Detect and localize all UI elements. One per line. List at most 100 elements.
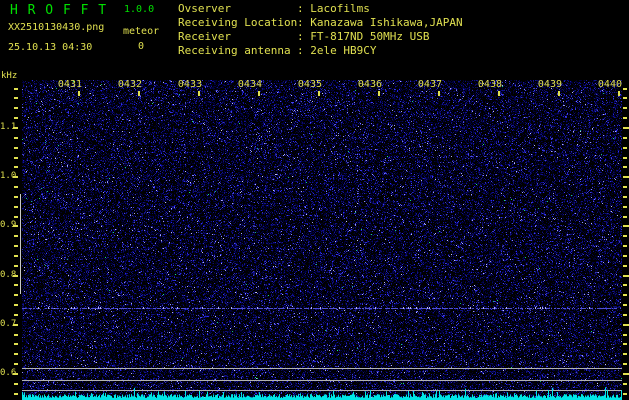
y-tick-label: 1.0 <box>0 171 16 181</box>
app-version: 1.0.0 <box>124 4 154 15</box>
info-label: Receiving antenna <box>178 44 297 58</box>
y-tick <box>14 284 18 286</box>
info-value: 2ele HB9CY <box>310 44 376 57</box>
x-tick-label: 0436 <box>352 79 382 90</box>
y-tick <box>623 235 627 237</box>
y-tick <box>14 304 18 306</box>
y-tick <box>623 324 629 326</box>
y-tick <box>14 216 18 218</box>
x-tick-label: 0434 <box>232 79 262 90</box>
info-row: Receiving Location: Kanazawa Ishikawa,JA… <box>178 16 463 30</box>
y-tick <box>623 393 627 395</box>
y-tick <box>14 206 18 208</box>
x-tick-label: 0440 <box>592 79 622 90</box>
y-tick <box>623 206 627 208</box>
y-tick <box>14 255 18 257</box>
y-tick <box>623 176 629 178</box>
y-tick <box>14 334 18 336</box>
info-label: Receiver <box>178 30 297 44</box>
y-tick <box>14 353 18 355</box>
info-value: Kanazawa Ishikawa,JAPAN <box>310 16 462 29</box>
x-tick <box>438 91 440 96</box>
y-tick <box>623 304 627 306</box>
info-separator: : <box>297 44 310 57</box>
y-tick <box>14 314 18 316</box>
x-tick <box>498 91 500 96</box>
x-tick-label: 0432 <box>112 79 142 90</box>
count-band-marker <box>20 194 21 294</box>
y-tick <box>14 245 18 247</box>
y-tick <box>14 235 18 237</box>
station-info: Ovserver: LacofilmsReceiving Location: K… <box>178 2 463 58</box>
y-tick-label: 0.8 <box>0 270 16 280</box>
y-tick <box>623 127 629 129</box>
info-value: FT-817ND 50MHz USB <box>310 30 429 43</box>
y-tick <box>623 166 627 168</box>
x-tick-label: 0438 <box>472 79 502 90</box>
y-tick <box>623 363 627 365</box>
y-tick-label: 0.9 <box>0 220 16 230</box>
y-tick <box>623 147 627 149</box>
y-tick <box>623 265 627 267</box>
x-tick-label: 0437 <box>412 79 442 90</box>
x-tick-label: 0439 <box>532 79 562 90</box>
info-value: Lacofilms <box>310 2 370 15</box>
y-tick <box>14 343 18 345</box>
y-tick <box>14 196 18 198</box>
y-tick <box>14 383 18 385</box>
info-row: Receiving antenna: 2ele HB9CY <box>178 44 463 58</box>
y-tick <box>623 373 629 375</box>
y-tick <box>14 393 18 395</box>
y-tick <box>623 186 627 188</box>
y-tick <box>623 334 627 336</box>
x-tick <box>558 91 560 96</box>
x-tick <box>618 91 620 96</box>
y-tick <box>623 137 627 139</box>
y-tick <box>14 137 18 139</box>
y-tick <box>623 225 629 227</box>
y-tick <box>623 314 627 316</box>
y-tick <box>623 117 627 119</box>
y-tick <box>623 284 627 286</box>
y-tick <box>14 147 18 149</box>
filename-label: XX2510130430.png <box>8 22 104 33</box>
x-tick <box>318 91 320 96</box>
y-tick-label: 0.6 <box>0 368 16 378</box>
y-tick-label: 1.1 <box>0 122 16 132</box>
x-tick <box>138 91 140 96</box>
info-row: Ovserver: Lacofilms <box>178 2 463 16</box>
y-tick <box>623 245 627 247</box>
y-tick <box>623 196 627 198</box>
datetime-label: 25.10.13 04:30 <box>8 42 92 53</box>
meteor-count: 0 <box>138 41 144 52</box>
info-label: Receiving Location <box>178 16 297 30</box>
y-tick <box>623 294 627 296</box>
y-tick <box>14 166 18 168</box>
y-tick <box>14 107 18 109</box>
x-tick-label: 0431 <box>52 79 82 90</box>
y-tick <box>14 88 18 90</box>
y-tick <box>14 186 18 188</box>
x-tick <box>258 91 260 96</box>
x-tick <box>78 91 80 96</box>
y-tick <box>14 265 18 267</box>
y-tick <box>623 97 627 99</box>
y-tick-label: 0.7 <box>0 319 16 329</box>
frequency-unit-label: kHz <box>1 71 17 81</box>
info-separator: : <box>297 2 310 15</box>
y-tick <box>14 157 18 159</box>
y-tick <box>14 97 18 99</box>
y-tick <box>623 383 627 385</box>
y-tick <box>14 117 18 119</box>
y-tick <box>623 88 627 90</box>
y-tick <box>14 363 18 365</box>
x-tick-label: 0433 <box>172 79 202 90</box>
info-separator: : <box>297 30 310 43</box>
y-tick <box>623 255 627 257</box>
x-tick-label: 0435 <box>292 79 322 90</box>
y-tick <box>14 294 18 296</box>
info-label: Ovserver <box>178 2 297 16</box>
spectrogram-canvas <box>22 80 622 400</box>
y-tick <box>623 353 627 355</box>
y-tick <box>623 157 627 159</box>
